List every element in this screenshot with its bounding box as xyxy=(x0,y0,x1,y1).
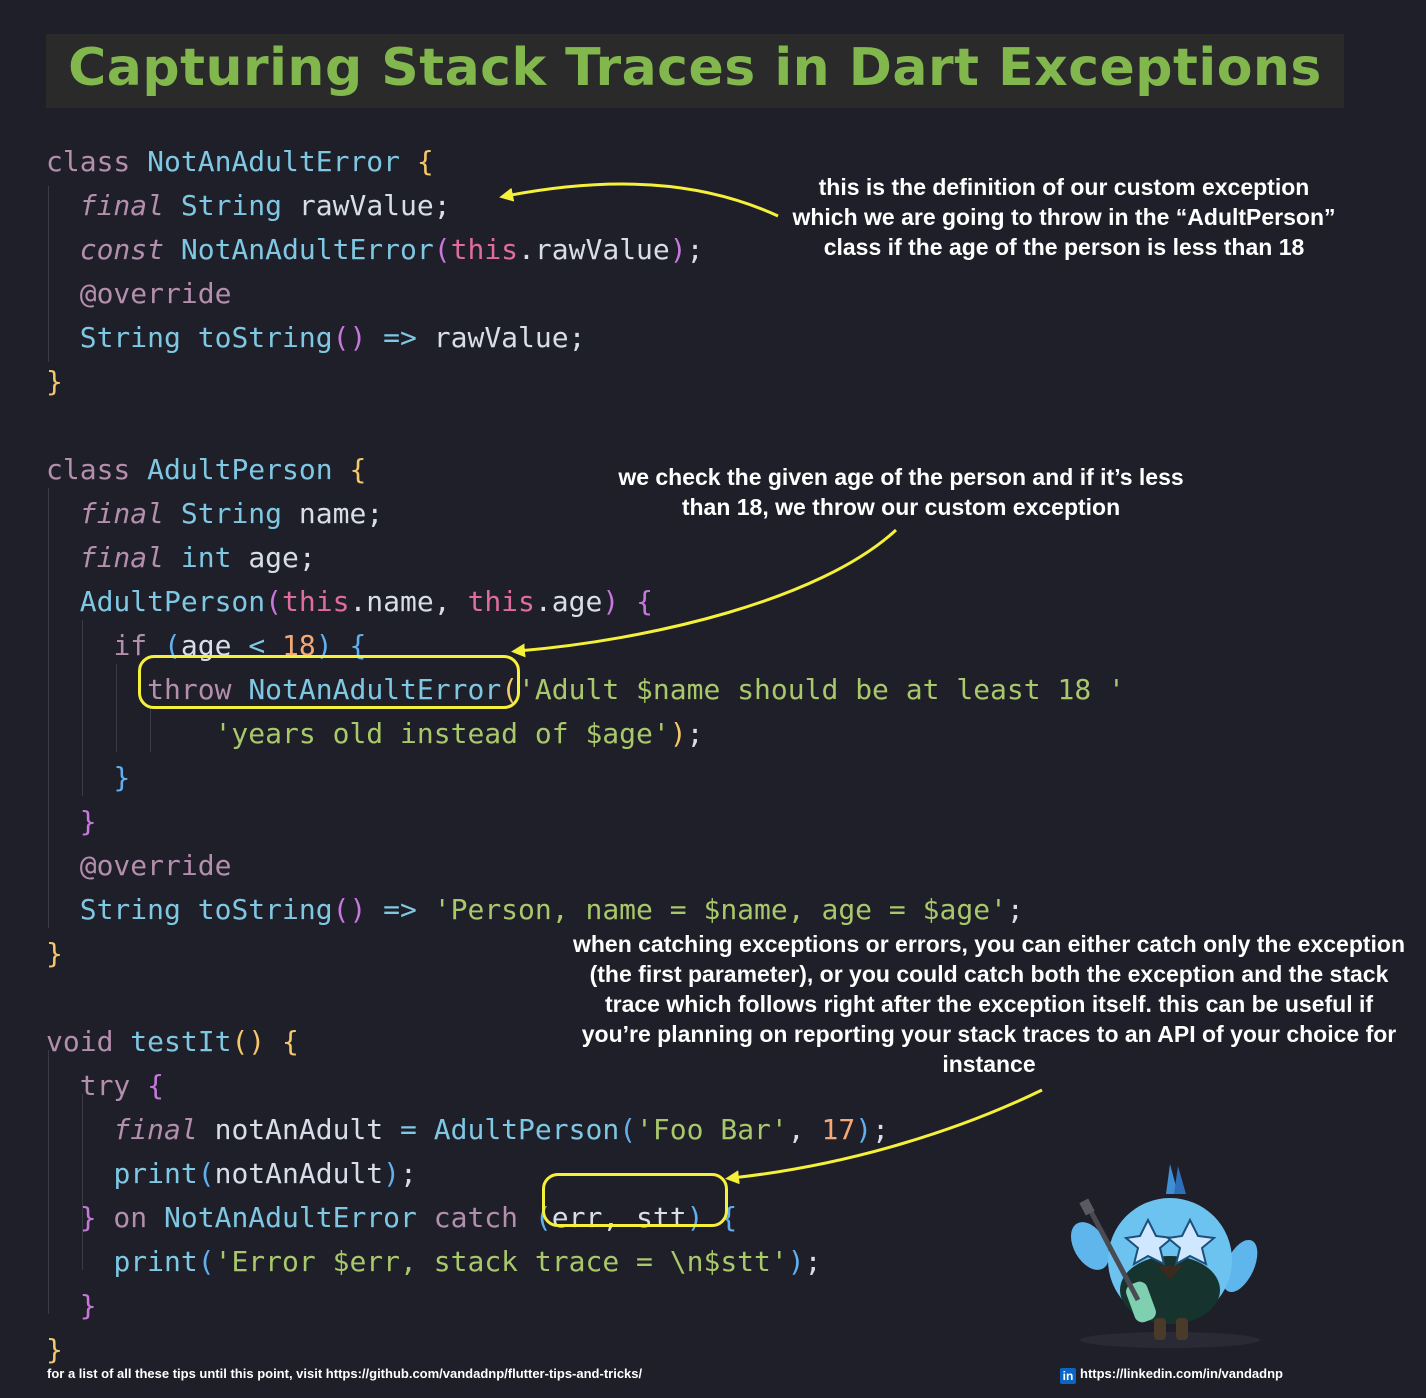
dart-bird-mascot xyxy=(1071,1164,1260,1348)
annotation-catch-stacktrace: when catching exceptions or errors, you … xyxy=(572,931,1406,1077)
annotation-exception-definition: this is the definition of our custom exc… xyxy=(792,174,1336,260)
footer-link-text: for a list of all these tips until this … xyxy=(47,1366,643,1381)
linkedin-icon: in xyxy=(1060,1368,1076,1384)
arrow-2 xyxy=(511,528,898,658)
arrow-3 xyxy=(725,1088,1043,1185)
linkedin-url: https://linkedin.com/in/vandadnp xyxy=(1080,1366,1283,1381)
arrow-1 xyxy=(499,182,779,218)
annotation-age-check: we check the given age of the person and… xyxy=(618,464,1184,520)
footer-linkedin: in https://linkedin.com/in/vandadnp xyxy=(1060,1366,1283,1384)
